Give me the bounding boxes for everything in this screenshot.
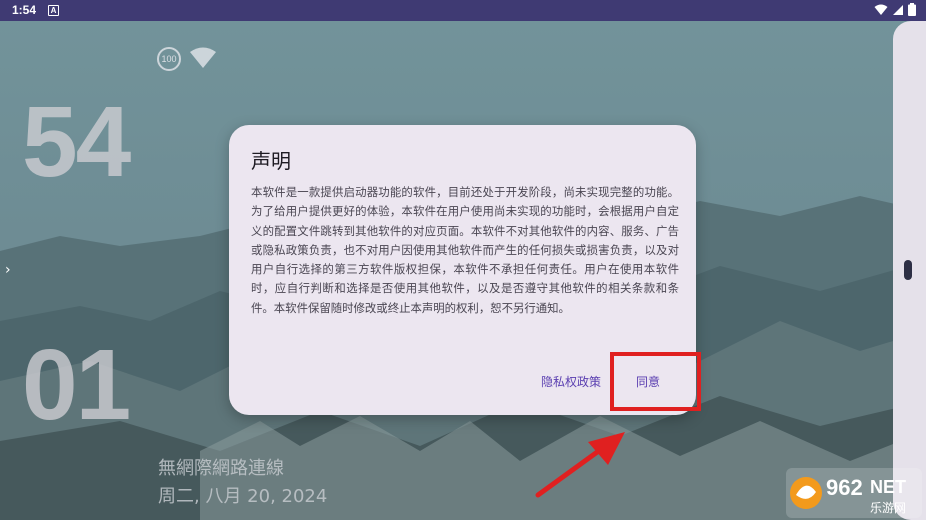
annotation-arrow-icon [535, 432, 625, 498]
edge-panel-handle[interactable] [904, 260, 912, 280]
watermark-brand: 962 [826, 475, 863, 500]
battery-icon: 100 [157, 47, 181, 71]
clock-minutes: 54 [22, 86, 131, 198]
dialog-title: 声明 [251, 149, 291, 173]
clock-seconds: 01 [22, 329, 131, 441]
watermark-logo: 962 NET 乐游网 [786, 468, 922, 518]
notification-a-icon: A [48, 5, 59, 16]
network-status-text: 無網際網路連線 [158, 458, 284, 479]
dialog-body: 本软件是一款提供启动器功能的软件，目前还处于开发阶段，尚未实现完整的功能。为了给… [251, 185, 679, 315]
status-bar: 1:54 A [0, 0, 926, 21]
status-time: 1:54 [12, 3, 37, 17]
wifi-icon [190, 47, 216, 68]
chevron-right-icon[interactable]: › [5, 262, 11, 278]
watermark-brand-suffix: NET [870, 477, 906, 497]
signal-icon [893, 4, 903, 15]
battery-status-icon [908, 3, 916, 16]
privacy-policy-button[interactable]: 隐私权政策 [541, 373, 601, 390]
status-icons [874, 3, 916, 16]
watermark-subtitle: 乐游网 [870, 501, 906, 515]
highlight-box [610, 352, 701, 411]
wifi-status-icon [874, 4, 888, 15]
date-text: 周二, 八月 20, 2024 [158, 486, 328, 507]
